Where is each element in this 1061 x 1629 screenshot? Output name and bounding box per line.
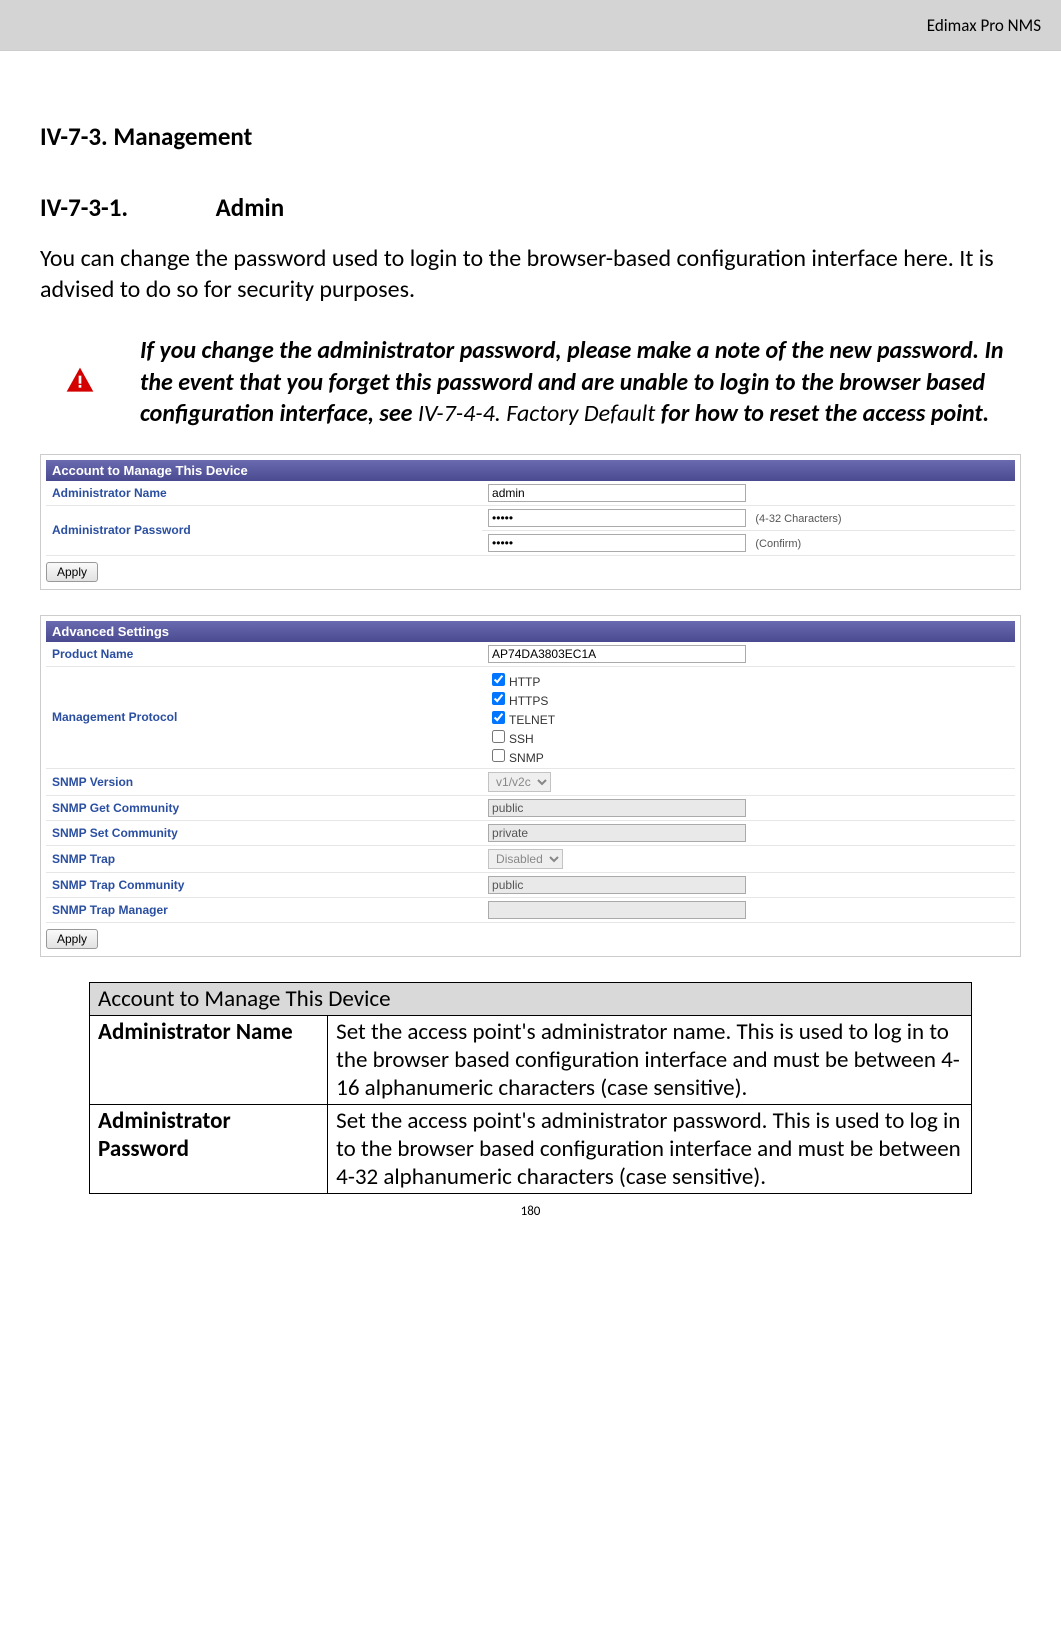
protocol-checkbox[interactable]: [492, 749, 505, 762]
heading-number: IV-7-3-1.: [40, 192, 210, 223]
protocol-checkbox[interactable]: [492, 673, 505, 686]
heading-level-1: IV-7-3. Management: [40, 121, 1021, 152]
input-snmp-get[interactable]: [488, 799, 746, 817]
label-mgmt-protocol: Management Protocol: [46, 666, 482, 768]
heading-level-2: IV-7-3-1. Admin: [40, 192, 1021, 223]
note-part2: for how to reset the access point.: [655, 399, 989, 428]
input-snmp-trap-manager[interactable]: [488, 901, 746, 919]
input-snmp-set[interactable]: [488, 824, 746, 842]
label-product-name: Product Name: [46, 642, 482, 667]
warning-icon: [40, 335, 120, 397]
panel-advanced: Advanced Settings Product Name Managemen…: [40, 615, 1021, 957]
header-product: Edimax Pro NMS: [927, 15, 1041, 36]
label-snmp-get: SNMP Get Community: [46, 795, 482, 820]
input-admin-name[interactable]: [488, 484, 746, 502]
label-snmp-version: SNMP Version: [46, 768, 482, 795]
protocol-checkbox[interactable]: [492, 730, 505, 743]
input-admin-password-confirm[interactable]: [488, 534, 746, 552]
protocol-option: HTTP: [488, 670, 1009, 689]
panel-account: Account to Manage This Device Administra…: [40, 454, 1021, 590]
protocol-option: SSH: [488, 727, 1009, 746]
label-snmp-trap-community: SNMP Trap Community: [46, 872, 482, 897]
panel-account-title: Account to Manage This Device: [46, 460, 1015, 481]
input-admin-password[interactable]: [488, 509, 746, 527]
note-text: If you change the administrator password…: [120, 335, 1021, 429]
description-table: Account to Manage This Device Administra…: [89, 982, 972, 1194]
desc-term: Administrator Password: [90, 1104, 328, 1193]
panel-advanced-title: Advanced Settings: [46, 621, 1015, 642]
desc-text: Set the access point's administrator nam…: [328, 1015, 972, 1104]
intro-paragraph: You can change the password used to logi…: [40, 243, 1021, 305]
protocol-checkbox[interactable]: [492, 711, 505, 724]
apply-button-advanced[interactable]: Apply: [46, 929, 98, 949]
note-reference: IV-7-4-4. Factory Default: [418, 399, 655, 428]
label-admin-name: Administrator Name: [46, 481, 482, 506]
input-snmp-trap-community[interactable]: [488, 876, 746, 894]
select-snmp-trap[interactable]: Disabled: [488, 849, 563, 869]
protocol-list: HTTPHTTPSTELNETSSHSNMP: [488, 670, 1009, 765]
hint-pw-confirm: (Confirm): [755, 538, 801, 550]
heading-title: Admin: [216, 192, 284, 223]
protocol-option: TELNET: [488, 708, 1009, 727]
desc-text: Set the access point's administrator pas…: [328, 1104, 972, 1193]
apply-button-account[interactable]: Apply: [46, 562, 98, 582]
input-product-name[interactable]: [488, 645, 746, 663]
desc-section-header: Account to Manage This Device: [90, 982, 972, 1015]
label-admin-password: Administrator Password: [46, 505, 482, 555]
protocol-checkbox[interactable]: [492, 692, 505, 705]
label-snmp-trap: SNMP Trap: [46, 845, 482, 872]
hint-pw-length: (4-32 Characters): [755, 513, 841, 525]
protocol-option: HTTPS: [488, 689, 1009, 708]
label-snmp-trap-manager: SNMP Trap Manager: [46, 897, 482, 922]
desc-term: Administrator Name: [90, 1015, 328, 1104]
protocol-option: SNMP: [488, 746, 1009, 765]
label-snmp-set: SNMP Set Community: [46, 820, 482, 845]
page-number: 180: [0, 1204, 1061, 1229]
select-snmp-version[interactable]: v1/v2c: [488, 772, 551, 792]
